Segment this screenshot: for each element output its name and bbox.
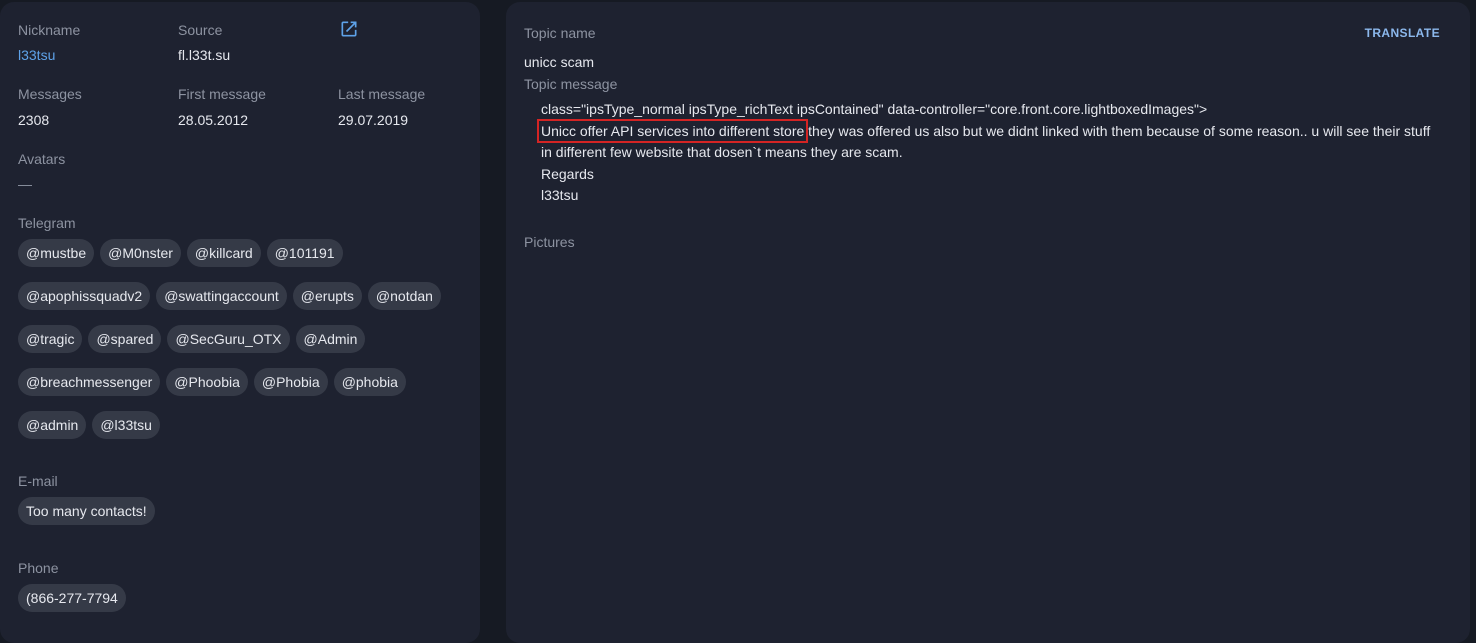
pictures-label: Pictures — [524, 234, 575, 250]
telegram-chip[interactable]: @l33tsu — [92, 411, 160, 439]
telegram-chip[interactable]: @M0nster — [100, 239, 181, 267]
first-message-date: 28.05.2012 — [178, 112, 249, 128]
topic-name-value: unicc scam — [524, 54, 595, 70]
first-message-label: First message — [178, 86, 266, 102]
telegram-chip[interactable]: @Admin — [295, 325, 366, 353]
phone-label: Phone — [18, 560, 59, 576]
message-paragraph: Unicc offer API services into different … — [536, 118, 1441, 164]
telegram-chip[interactable]: @admin — [18, 411, 87, 439]
email-label: E-mail — [18, 473, 58, 489]
nickname-link[interactable]: l33tsu — [18, 46, 55, 64]
email-chip[interactable]: Too many contacts! — [18, 497, 155, 525]
source-label: Source — [178, 22, 223, 38]
external-link-icon[interactable] — [339, 19, 359, 39]
telegram-label: Telegram — [18, 215, 76, 231]
telegram-chip[interactable]: @mustbe — [18, 239, 95, 267]
telegram-chip[interactable]: @apophissquadv2 — [18, 282, 151, 310]
telegram-chip[interactable]: @swattingaccount — [156, 282, 287, 310]
translate-button[interactable]: TRANSLATE — [1365, 26, 1440, 40]
telegram-chip[interactable]: @erupts — [292, 282, 362, 310]
topic-name-label: Topic name — [524, 25, 596, 41]
messages-count: 2308 — [18, 112, 50, 128]
avatars-label: Avatars — [18, 151, 66, 167]
telegram-chip[interactable]: @SecGuru_OTX — [167, 325, 290, 353]
source-value: fl.l33t.su — [178, 47, 231, 63]
telegram-chip[interactable]: @spared — [88, 325, 162, 353]
telegram-chip[interactable]: @Phobia — [253, 368, 328, 396]
avatars-value: — — [18, 176, 32, 192]
highlighted-text: Unicc offer API services into different … — [536, 118, 809, 143]
last-message-label: Last message — [338, 86, 426, 102]
telegram-chip-list: @mustbe @M0nster @killcard @101191 @apophiss… — [18, 239, 458, 439]
last-message-date: 29.07.2019 — [338, 112, 409, 128]
topic-message-label: Topic message — [524, 76, 618, 92]
telegram-chip[interactable]: @killcard — [186, 239, 261, 267]
telegram-chip[interactable]: @Phoobia — [166, 368, 248, 396]
telegram-chip[interactable]: @phobia — [333, 368, 406, 396]
message-line: class="ipsType_normal ipsType_richText i… — [541, 101, 1208, 117]
topic-message-body: class="ipsType_normal ipsType_richText i… — [536, 99, 1441, 207]
telegram-chip[interactable]: @notdan — [367, 282, 441, 310]
telegram-chip[interactable]: @breachmessenger — [18, 368, 161, 396]
messages-label: Messages — [18, 86, 82, 102]
message-line: Regards — [541, 165, 594, 182]
telegram-chip[interactable]: @101191 — [266, 239, 343, 267]
phone-chip[interactable]: (866-277-7794 — [18, 584, 126, 612]
nickname-label: Nickname — [18, 22, 81, 38]
message-line: l33tsu — [541, 187, 579, 203]
telegram-chip[interactable]: @tragic — [18, 325, 83, 353]
